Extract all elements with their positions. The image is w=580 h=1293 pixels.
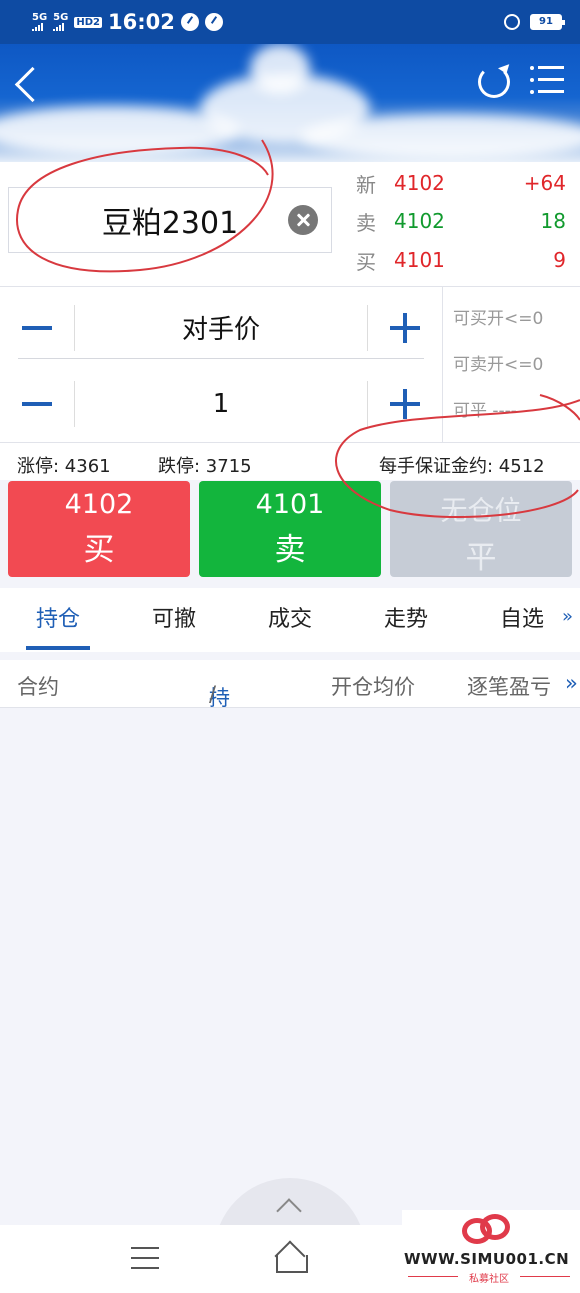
status-bar: 5G 5G HD2 16:02 91 (0, 0, 580, 44)
can-buy-open: 可买开<=0 (453, 309, 544, 329)
watermark-url: WWW.SIMU001.CN (404, 1250, 570, 1268)
sell-button[interactable]: 4101 卖 (199, 481, 381, 577)
status-time: 16:02 (107, 10, 175, 34)
quantity-minus-button[interactable] (18, 380, 74, 428)
price-stepper: 对手价 (18, 297, 424, 359)
order-form: 对手价 1 可买开<=0 可卖开<=0 可平 ---- (0, 286, 580, 443)
col-contract: 合约 (17, 675, 59, 699)
quote-row-last: 新 4102 +64 (356, 164, 566, 202)
home-icon[interactable] (272, 1243, 308, 1273)
price-type-selector[interactable]: 对手价 (74, 304, 368, 351)
quote-row-ask: 卖 4102 18 (356, 202, 566, 240)
contract-input[interactable]: 豆粕2301 (8, 187, 332, 253)
buy-price: 4102 (64, 489, 134, 520)
limit-info-bar: 涨停: 4361 跌停: 3715 每手保证金约: 4512 (0, 442, 580, 480)
app-header (0, 44, 580, 162)
quantity-plus-button[interactable] (368, 380, 424, 428)
close-label: 平 (465, 540, 497, 576)
more-columns-icon[interactable]: » (565, 671, 578, 695)
price-plus-button[interactable] (368, 304, 424, 352)
quote-change: +64 (523, 171, 566, 195)
battery-icon: 91 (530, 14, 565, 30)
tab-trend[interactable]: 走势 (348, 588, 464, 652)
clear-icon[interactable] (288, 205, 318, 235)
can-close: 可平 ---- (453, 401, 517, 421)
margin-per-lot: 每手保证金约: 4512 (379, 456, 545, 477)
positions-table-header: 合约 持仓/可用 开仓均价 逐笔盈亏 » (0, 660, 580, 764)
network-indicators: 5G 5G (32, 13, 68, 31)
tab-bar: 持仓 可撤 成交 走势 自选 » (0, 588, 580, 652)
quote-label: 买 (356, 249, 376, 274)
quote-price: 4101 (394, 248, 445, 272)
quote-label: 新 (356, 172, 376, 197)
back-icon[interactable] (12, 62, 42, 106)
buy-label: 买 (83, 532, 115, 568)
recent-apps-icon[interactable] (131, 1247, 159, 1269)
positions-list (0, 709, 580, 1225)
close-status: 无仓位 (440, 496, 522, 527)
network-type-1: 5G (32, 12, 48, 23)
tab-trades[interactable]: 成交 (232, 588, 348, 652)
sell-price: 4101 (255, 489, 325, 520)
tab-cancellable[interactable]: 可撤 (116, 588, 232, 652)
limit-down: 跌停: 3715 (158, 456, 252, 477)
quantity-input[interactable]: 1 (74, 381, 368, 427)
quote-price: 4102 (394, 171, 445, 195)
close-position-button[interactable]: 无仓位 平 (390, 481, 572, 577)
compass-icon (180, 13, 199, 31)
available-info: 可买开<=0 可卖开<=0 可平 ---- (442, 287, 580, 443)
quote-row-bid: 买 4101 9 (356, 241, 566, 279)
quote-label: 卖 (356, 210, 376, 235)
contract-name: 豆粕2301 (101, 206, 239, 241)
col-pnl: 逐笔盈亏 (467, 675, 551, 699)
site-watermark: WWW.SIMU001.CN 私募社区 (402, 1210, 580, 1290)
signal-2-icon: 5G (53, 13, 68, 31)
sell-label: 卖 (274, 532, 306, 568)
watermark-subtitle: 私募社区 (402, 1270, 576, 1285)
can-sell-open: 可卖开<=0 (453, 355, 544, 375)
watermark-logo (462, 1212, 516, 1248)
tab-positions[interactable]: 持仓 (0, 588, 116, 652)
quote-volume: 18 (540, 209, 566, 233)
refresh-icon[interactable] (478, 66, 510, 98)
quantity-stepper: 1 (18, 373, 424, 435)
quote-volume: 9 (553, 248, 566, 272)
hd-voice-badge: HD2 (74, 16, 102, 28)
signal-1-icon: 5G (32, 13, 47, 31)
quote-price: 4102 (394, 209, 445, 233)
compass-icon-2 (204, 13, 223, 31)
col-avg-price: 开仓均价 (331, 675, 415, 699)
alarm-icon (504, 14, 520, 30)
price-minus-button[interactable] (18, 304, 74, 352)
limit-up: 涨停: 4361 (17, 456, 111, 477)
list-menu-icon[interactable] (530, 64, 566, 98)
buy-button[interactable]: 4102 买 (8, 481, 190, 577)
network-type-2: 5G (53, 12, 69, 23)
more-tabs-icon[interactable]: » (562, 606, 573, 627)
